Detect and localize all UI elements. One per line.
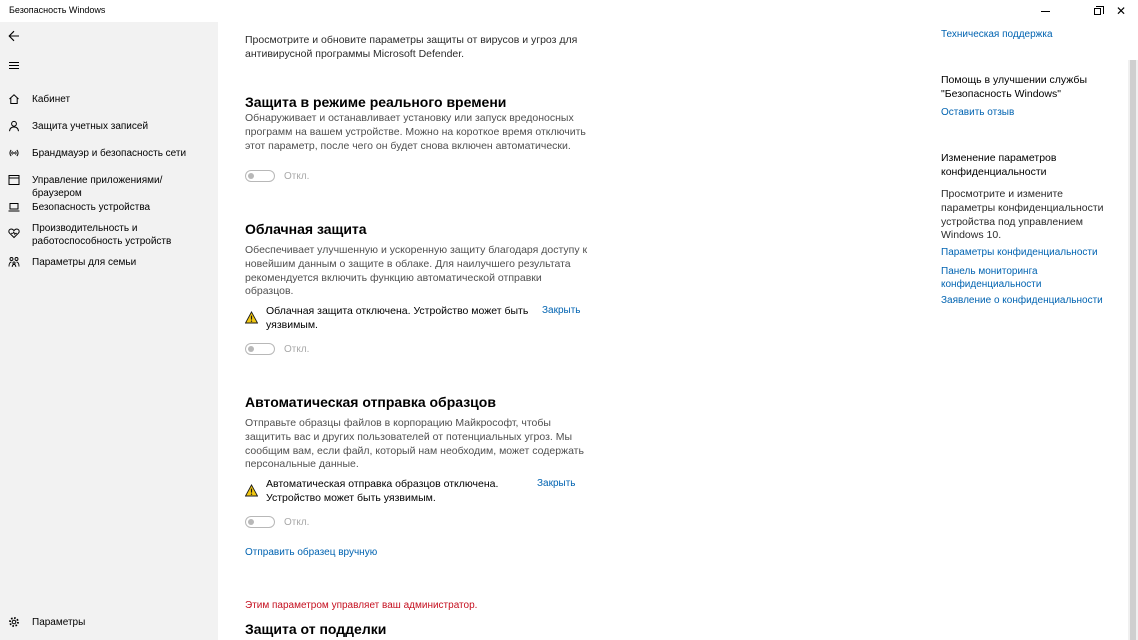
laptop-icon [8, 201, 20, 213]
sidebar-item-app-browser[interactable]: Управление приложениями/браузером [0, 173, 218, 199]
hamburger-icon-line [9, 67, 19, 69]
minimize-icon [1040, 10, 1050, 12]
privacy-text: Просмотрите и измените параметры конфиде… [941, 188, 1104, 242]
privacy-heading: Изменение параметров конфиденциальности [941, 152, 1057, 178]
family-icon [8, 256, 20, 268]
sidebar-item-device-security[interactable]: Безопасность устройства [0, 200, 218, 216]
sample-submission-description: Отправьте образцы файлов в корпорацию Ма… [245, 417, 584, 471]
sample-submission-toggle-label: Откл. [284, 517, 310, 528]
hamburger-icon [9, 61, 19, 63]
scrollbar-thumb[interactable] [1130, 60, 1136, 640]
cloud-warning-dismiss-link[interactable]: Закрыть [542, 305, 581, 316]
main-content: Просмотрите и обновите параметры защиты … [218, 22, 918, 640]
tamper-protection-title: Защита от подделки [245, 621, 387, 637]
window-title: Безопасность Windows [9, 5, 106, 15]
sample-submission-warning: Автоматическая отправка образцов отключе… [266, 478, 499, 504]
close-button[interactable]: ✕ [1104, 0, 1138, 22]
admin-managed-note: Этим параметром управляет ваш администра… [245, 600, 478, 611]
sidebar-item-label: Кабинет [32, 94, 71, 105]
give-feedback-link[interactable]: Оставить отзыв [941, 107, 1014, 118]
privacy-dashboard-link[interactable]: Панель мониторинга конфиденциальности [941, 265, 1061, 291]
sample-submission-toggle[interactable] [245, 516, 275, 528]
toggle-knob [248, 518, 254, 525]
minimize-button[interactable] [1028, 0, 1062, 22]
person-icon [8, 120, 20, 132]
vertical-scrollbar[interactable] [1128, 60, 1138, 640]
submit-sample-manually-link[interactable]: Отправить образец вручную [245, 547, 377, 558]
tech-support-link[interactable]: Техническая поддержка [941, 29, 1053, 40]
sidebar-item-label: Управление приложениями/браузером [32, 175, 163, 199]
app-browser-icon [8, 174, 20, 186]
warning-icon [245, 484, 258, 497]
sidebar-item-label: Параметры [32, 617, 86, 628]
restore-icon [1093, 5, 1104, 15]
intro-text: Просмотрите и обновите параметры защиты … [245, 34, 578, 60]
cloud-protection-description: Обеспечивает улучшенную и ускоренную защ… [245, 244, 588, 298]
sidebar-item-label: Производительность и работоспособность у… [32, 223, 172, 247]
sidebar-item-family-options[interactable]: Параметры для семьи [0, 255, 218, 271]
feedback-heading: Помощь в улучшении службы "Безопасность … [941, 74, 1087, 100]
close-icon: ✕ [1115, 4, 1127, 18]
heart-icon [8, 227, 20, 239]
related-links-panel: Техническая поддержка Помощь в улучшении… [918, 22, 1128, 640]
sidebar-item-firewall[interactable]: Брандмауэр и безопасность сети [0, 146, 218, 162]
realtime-protection-toggle-label: Откл. [284, 171, 310, 182]
back-button[interactable] [4, 26, 24, 46]
hamburger-button[interactable] [4, 55, 24, 75]
home-icon [8, 93, 20, 105]
sidebar-item-label: Защита учетных записей [32, 121, 149, 132]
back-arrow-icon [8, 30, 19, 42]
sidebar-item-label: Брандмауэр и безопасность сети [32, 148, 187, 159]
title-bar: Безопасность Windows ✕ [0, 0, 1138, 22]
realtime-protection-toggle[interactable] [245, 170, 275, 182]
cloud-protection-toggle-label: Откл. [284, 344, 310, 355]
toggle-knob [248, 345, 254, 352]
samples-warning-dismiss-link[interactable]: Закрыть [537, 478, 576, 489]
gear-icon [8, 616, 20, 628]
realtime-protection-title: Защита в режиме реального времени [245, 94, 507, 110]
cloud-protection-title: Облачная защита [245, 221, 367, 237]
cloud-protection-toggle[interactable] [245, 343, 275, 355]
toggle-knob [248, 172, 254, 179]
sidebar-item-home[interactable]: Кабинет [0, 92, 218, 108]
warning-icon [245, 311, 258, 324]
sidebar-item-label: Параметры для семьи [32, 257, 137, 268]
privacy-settings-link[interactable]: Параметры конфиденциальности [941, 247, 1098, 258]
privacy-statement-link[interactable]: Заявление о конфиденциальности [941, 295, 1103, 306]
hamburger-icon-line [9, 64, 19, 66]
sidebar: Кабинет Защита учетных записей Брандмауэ… [0, 22, 218, 640]
cloud-protection-warning: Облачная защита отключена. Устройство мо… [266, 305, 529, 331]
sidebar-item-settings[interactable]: Параметры [0, 615, 218, 631]
sidebar-item-label: Безопасность устройства [32, 202, 151, 213]
sidebar-item-account-protection[interactable]: Защита учетных записей [0, 119, 218, 135]
sidebar-item-device-performance[interactable]: Производительность и работоспособность у… [0, 222, 218, 250]
sample-submission-title: Автоматическая отправка образцов [245, 394, 496, 410]
wifi-icon [8, 147, 20, 159]
realtime-protection-description: Обнаруживает и останавливает установку и… [245, 112, 586, 152]
